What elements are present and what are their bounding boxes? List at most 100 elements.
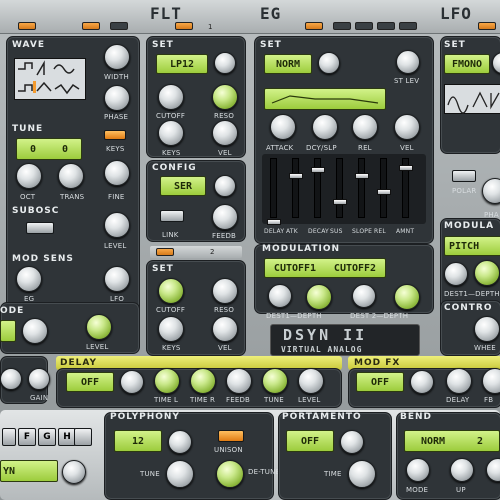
- eg-tab-2[interactable]: [333, 22, 351, 30]
- mod-sens-eg-knob[interactable]: [16, 266, 42, 292]
- tune-display[interactable]: 0 0: [16, 138, 82, 160]
- eg-mode-display[interactable]: NORM: [264, 54, 312, 74]
- portamento-time-knob[interactable]: [348, 460, 376, 488]
- mod-depth1-knob[interactable]: [306, 284, 332, 310]
- dcy-slp-knob[interactable]: [312, 114, 338, 140]
- delay-state-display[interactable]: OFF: [66, 372, 114, 392]
- modfx-switch-knob[interactable]: [410, 370, 434, 394]
- lfo-mode-display[interactable]: FMONO: [444, 54, 490, 74]
- lfo-dest-knob[interactable]: [444, 262, 468, 286]
- fader-decay[interactable]: [311, 158, 325, 218]
- config-mode-display[interactable]: SER: [160, 176, 206, 196]
- mod-depth2-knob[interactable]: [394, 284, 420, 310]
- filter2-vel-knob[interactable]: [212, 316, 238, 342]
- modfx-delay-knob[interactable]: [446, 368, 472, 394]
- delay-feedb-knob[interactable]: [226, 368, 252, 394]
- lfo-dest-display[interactable]: PITCH: [444, 236, 500, 256]
- filter2-keys-knob[interactable]: [158, 316, 184, 342]
- key-button-f[interactable]: F: [18, 428, 36, 446]
- fader-cap-rel[interactable]: [377, 189, 391, 195]
- fader-rel[interactable]: [377, 158, 391, 218]
- portamento-knob[interactable]: [340, 430, 364, 454]
- key-button-g[interactable]: G: [38, 428, 56, 446]
- preset-display[interactable]: YN: [0, 460, 58, 482]
- fader-sus[interactable]: [333, 158, 347, 218]
- width-knob[interactable]: [104, 44, 130, 70]
- fader-cap-sus[interactable]: [333, 199, 347, 205]
- key-button-e[interactable]: [2, 428, 16, 446]
- filter2-cutoff-knob[interactable]: [158, 278, 184, 304]
- feedb-knob[interactable]: [212, 204, 238, 230]
- osc-tab-2[interactable]: [110, 22, 128, 30]
- mod-sens-lfo-knob[interactable]: [104, 266, 130, 292]
- filter2-reso-knob[interactable]: [212, 278, 238, 304]
- eg-tab-4[interactable]: [377, 22, 395, 30]
- polar-button[interactable]: [452, 170, 476, 182]
- polyphony-knob[interactable]: [168, 430, 192, 454]
- fader-cap-slope[interactable]: [355, 173, 369, 179]
- time-l-knob[interactable]: [154, 368, 180, 394]
- filter1-keys-knob[interactable]: [158, 120, 184, 146]
- eg-vel-knob[interactable]: [394, 114, 420, 140]
- bend-up-knob[interactable]: [450, 458, 474, 482]
- mod-dest2-knob[interactable]: [352, 284, 376, 308]
- fader-cap-atk[interactable]: [289, 173, 303, 179]
- wave-selector[interactable]: [14, 58, 86, 100]
- pan-knob[interactable]: [0, 368, 22, 390]
- unison-button[interactable]: [218, 430, 244, 442]
- filter1-cutoff-knob[interactable]: [158, 84, 184, 110]
- mod-dest1-knob[interactable]: [268, 284, 292, 308]
- filter2-tab-1[interactable]: [156, 248, 174, 256]
- detune-knob[interactable]: [216, 460, 244, 488]
- time-r-knob[interactable]: [190, 368, 216, 394]
- eg-tab-1[interactable]: [305, 22, 323, 30]
- portamento-display[interactable]: OFF: [286, 430, 334, 452]
- delay-switch-knob[interactable]: [120, 370, 144, 394]
- config-mode-knob[interactable]: [214, 175, 236, 197]
- bend-display[interactable]: NORM 2: [404, 430, 500, 452]
- mode-knob[interactable]: [22, 318, 48, 344]
- fader-cap-delay[interactable]: [267, 219, 281, 225]
- eg-tab-5[interactable]: [399, 22, 417, 30]
- osc-tab-1[interactable]: [82, 22, 100, 30]
- filter1-reso-knob[interactable]: [212, 84, 238, 110]
- phase-knob[interactable]: [104, 85, 130, 111]
- lfo-depth-knob[interactable]: [474, 260, 500, 286]
- subosc-button[interactable]: [26, 222, 54, 234]
- lfo-phase-knob[interactable]: [482, 178, 500, 204]
- lfo-wave-selector[interactable]: [444, 84, 500, 114]
- link-button[interactable]: [160, 210, 184, 222]
- filter1-vel-knob[interactable]: [212, 120, 238, 146]
- fine-knob[interactable]: [104, 160, 130, 186]
- poly-tune-knob[interactable]: [166, 460, 194, 488]
- modfx-state-display[interactable]: OFF: [356, 372, 404, 392]
- flt-tab-1[interactable]: [175, 22, 193, 30]
- fader-amnt[interactable]: [399, 158, 413, 218]
- fader-delay[interactable]: [267, 158, 281, 225]
- trans-knob[interactable]: [58, 163, 84, 189]
- oct-knob[interactable]: [16, 163, 42, 189]
- mode-display[interactable]: [0, 320, 16, 342]
- filter1-mode-knob[interactable]: [214, 52, 236, 74]
- eg-mode-knob[interactable]: [318, 52, 340, 74]
- delay-level-knob[interactable]: [298, 368, 324, 394]
- fader-atk[interactable]: [289, 158, 303, 218]
- filter1-mode-display[interactable]: LP12: [156, 54, 208, 74]
- output-level-knob[interactable]: [86, 314, 112, 340]
- polyphony-display[interactable]: 12: [114, 430, 162, 452]
- gain-knob[interactable]: [28, 368, 50, 390]
- keys-button[interactable]: [104, 130, 126, 140]
- st-lev-knob[interactable]: [396, 50, 420, 74]
- attack-knob[interactable]: [270, 114, 296, 140]
- fader-slope[interactable]: [355, 158, 369, 218]
- wheel-knob[interactable]: [474, 316, 500, 342]
- osc-led[interactable]: [18, 22, 36, 30]
- preset-knob[interactable]: [62, 460, 86, 484]
- rel-knob[interactable]: [352, 114, 378, 140]
- store-button[interactable]: [74, 428, 92, 446]
- subosc-level-knob[interactable]: [104, 212, 130, 238]
- bend-mode-knob[interactable]: [406, 458, 430, 482]
- delay-tune-knob[interactable]: [262, 368, 288, 394]
- fader-cap-decay[interactable]: [311, 167, 325, 173]
- fader-cap-amnt[interactable]: [399, 165, 413, 171]
